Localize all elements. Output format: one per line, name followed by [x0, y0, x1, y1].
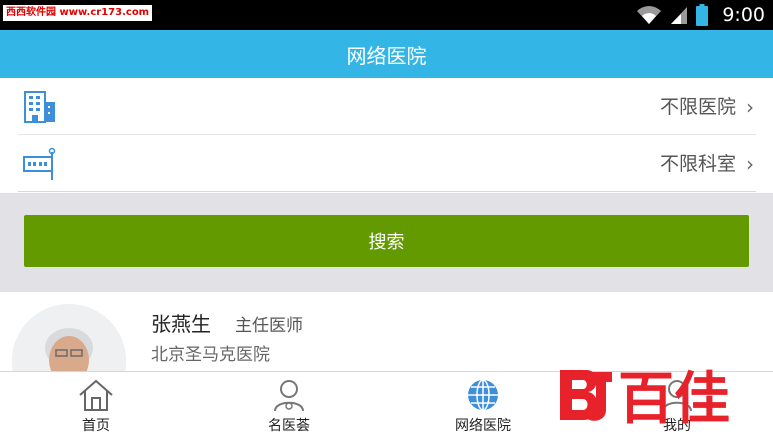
nav-label-network-hospital: 网络医院	[455, 418, 511, 434]
site-watermark: 西西软件园 www.cr173.com	[3, 5, 153, 21]
home-icon	[79, 379, 113, 411]
doctor-title: 主任医师	[235, 316, 303, 336]
status-bar: 西西软件园 www.cr173.com 9:00	[0, 0, 773, 30]
hospital-filter-value: 不限医院	[659, 96, 736, 118]
globe-icon	[468, 379, 498, 411]
search-section: 搜索	[0, 193, 773, 292]
doctor-icon	[274, 380, 304, 412]
clock: 9:00	[722, 4, 765, 26]
nav-label-home: 首页	[82, 418, 110, 434]
brand-watermark-text: 百佳	[618, 367, 730, 428]
brand-watermark-logo: 百佳	[560, 367, 730, 428]
search-button[interactable]: 搜索	[24, 215, 749, 267]
nav-label-doctors: 名医荟	[268, 418, 310, 434]
page-title: 网络医院	[346, 43, 427, 68]
doctor-card[interactable]: 张燕生 主任医师 北京圣马克医院	[0, 292, 773, 418]
department-filter-row[interactable]: 不限科室 ›	[18, 136, 756, 192]
hospital-filter-row[interactable]: 不限医院 ›	[18, 79, 756, 135]
doctor-name: 张燕生	[151, 312, 211, 336]
nav-item-network-hospital[interactable]: 网络医院	[423, 372, 543, 435]
department-filter-value: 不限科室	[659, 153, 736, 175]
battery-icon	[696, 4, 709, 26]
title-bar: 网络医院	[0, 30, 773, 78]
status-icons: 9:00	[636, 0, 765, 30]
doctor-hospital: 北京圣马克医院	[151, 345, 270, 365]
chevron-right-icon: ›	[746, 95, 754, 119]
chevron-right-icon: ›	[746, 152, 754, 176]
wifi-icon	[637, 6, 662, 24]
nav-item-doctors[interactable]: 名医荟	[229, 372, 349, 435]
hospital-building-icon	[24, 91, 55, 123]
nav-item-home[interactable]: 首页	[36, 372, 156, 435]
department-sign-icon	[23, 147, 56, 180]
signal-icon	[671, 7, 688, 24]
